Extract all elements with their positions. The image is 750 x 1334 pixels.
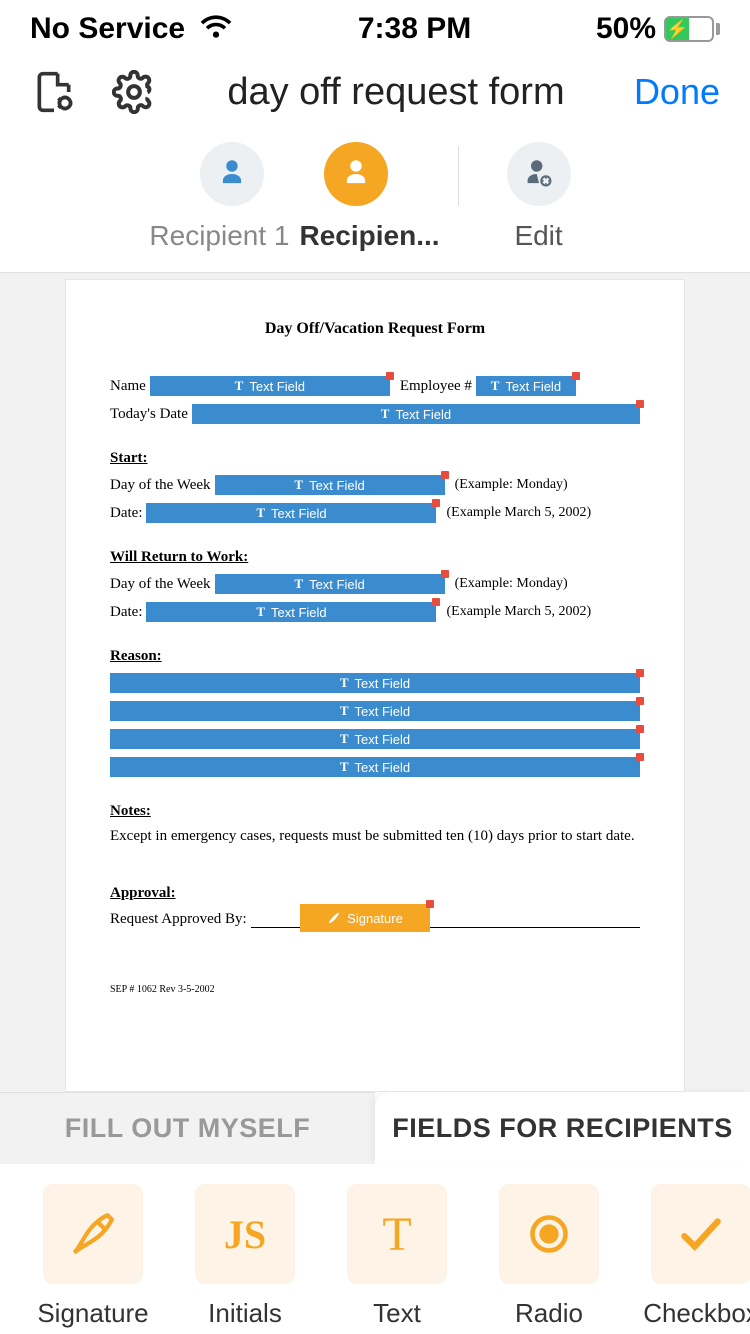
start-dow-label: Day of the Week <box>110 477 211 494</box>
document-canvas[interactable]: Day Off/Vacation Request Form Name TText… <box>0 272 750 1092</box>
recipient-1-avatar[interactable] <box>200 142 264 206</box>
approved-by-label: Request Approved By: <box>110 911 247 928</box>
recipient-2-avatar[interactable] <box>324 142 388 206</box>
mode-tabs: FILL OUT MYSELF FIELDS FOR RECIPIENTS <box>0 1092 750 1164</box>
tool-text[interactable]: T Text <box>332 1184 462 1329</box>
signature-field[interactable]: Signature <box>300 904 430 932</box>
tool-radio[interactable]: Radio <box>484 1184 614 1329</box>
tab-fill-myself[interactable]: FILL OUT MYSELF <box>0 1092 375 1164</box>
wifi-icon <box>199 12 233 46</box>
nav-bar: day off request form Done <box>0 54 750 138</box>
name-field[interactable]: TText Field <box>150 376 390 396</box>
tool-signature-label: Signature <box>37 1298 148 1329</box>
clock: 7:38 PM <box>358 12 471 46</box>
notes-heading: Notes: <box>110 803 640 820</box>
tool-checkbox-label: Checkbox <box>643 1298 750 1329</box>
return-dow-label: Day of the Week <box>110 576 211 593</box>
document-page: Day Off/Vacation Request Form Name TText… <box>65 279 685 1092</box>
tool-initials-label: Initials <box>208 1298 282 1329</box>
dow-hint: (Example: Monday) <box>455 477 568 493</box>
recipient-bar: Recipient 1 Recipien... Edit <box>0 138 750 272</box>
reason-heading: Reason: <box>110 648 640 665</box>
battery-percent: 50% <box>596 12 656 46</box>
reason-field-3[interactable]: TText Field <box>110 729 640 749</box>
employee-label: Employee # <box>400 378 472 395</box>
reason-field-1[interactable]: TText Field <box>110 673 640 693</box>
date-hint: (Example March 5, 2002) <box>446 505 591 521</box>
done-button[interactable]: Done <box>634 71 720 113</box>
tool-initials[interactable]: JS Initials <box>180 1184 310 1329</box>
return-dow-field[interactable]: TText Field <box>215 574 445 594</box>
dow-hint2: (Example: Monday) <box>455 576 568 592</box>
document-settings-icon[interactable] <box>30 68 78 116</box>
return-date-label: Date: <box>110 604 142 621</box>
status-bar: No Service 7:38 PM 50% ⚡ <box>0 0 750 54</box>
start-heading: Start: <box>110 450 640 467</box>
battery-icon: ⚡ <box>664 16 720 42</box>
start-date-label: Date: <box>110 505 142 522</box>
employee-field[interactable]: TText Field <box>476 376 576 396</box>
reason-field-4[interactable]: TText Field <box>110 757 640 777</box>
edit-recipients-button[interactable] <box>507 142 571 206</box>
tool-text-label: Text <box>373 1298 421 1329</box>
date-hint2: (Example March 5, 2002) <box>446 604 591 620</box>
doc-footer: SEP # 1062 Rev 3-5-2002 <box>110 984 640 995</box>
tool-radio-label: Radio <box>515 1298 583 1329</box>
page-title: day off request form <box>190 71 602 114</box>
approval-heading: Approval: <box>110 885 640 902</box>
reason-field-2[interactable]: TText Field <box>110 701 640 721</box>
start-date-field[interactable]: TText Field <box>146 503 436 523</box>
tool-checkbox[interactable]: Checkbox <box>636 1184 750 1329</box>
today-label: Today's Date <box>110 406 188 423</box>
return-heading: Will Return to Work: <box>110 549 640 566</box>
gear-icon[interactable] <box>110 68 158 116</box>
return-date-field[interactable]: TText Field <box>146 602 436 622</box>
doc-title: Day Off/Vacation Request Form <box>110 320 640 338</box>
tab-fields-recipients[interactable]: FIELDS FOR RECIPIENTS <box>375 1092 750 1164</box>
tool-signature[interactable]: Signature <box>28 1184 158 1329</box>
recipient-2-label: Recipien... <box>300 220 440 252</box>
divider <box>458 146 459 206</box>
start-dow-field[interactable]: TText Field <box>215 475 445 495</box>
service-status: No Service <box>30 12 185 46</box>
today-field[interactable]: TText Field <box>192 404 640 424</box>
edit-label: Edit <box>514 220 562 252</box>
name-label: Name <box>110 378 146 395</box>
field-toolbar: Signature JS Initials T Text Radio Check… <box>0 1164 750 1334</box>
recipient-1-label: Recipient 1 <box>149 220 289 252</box>
notes-text: Except in emergency cases, requests must… <box>110 828 640 845</box>
